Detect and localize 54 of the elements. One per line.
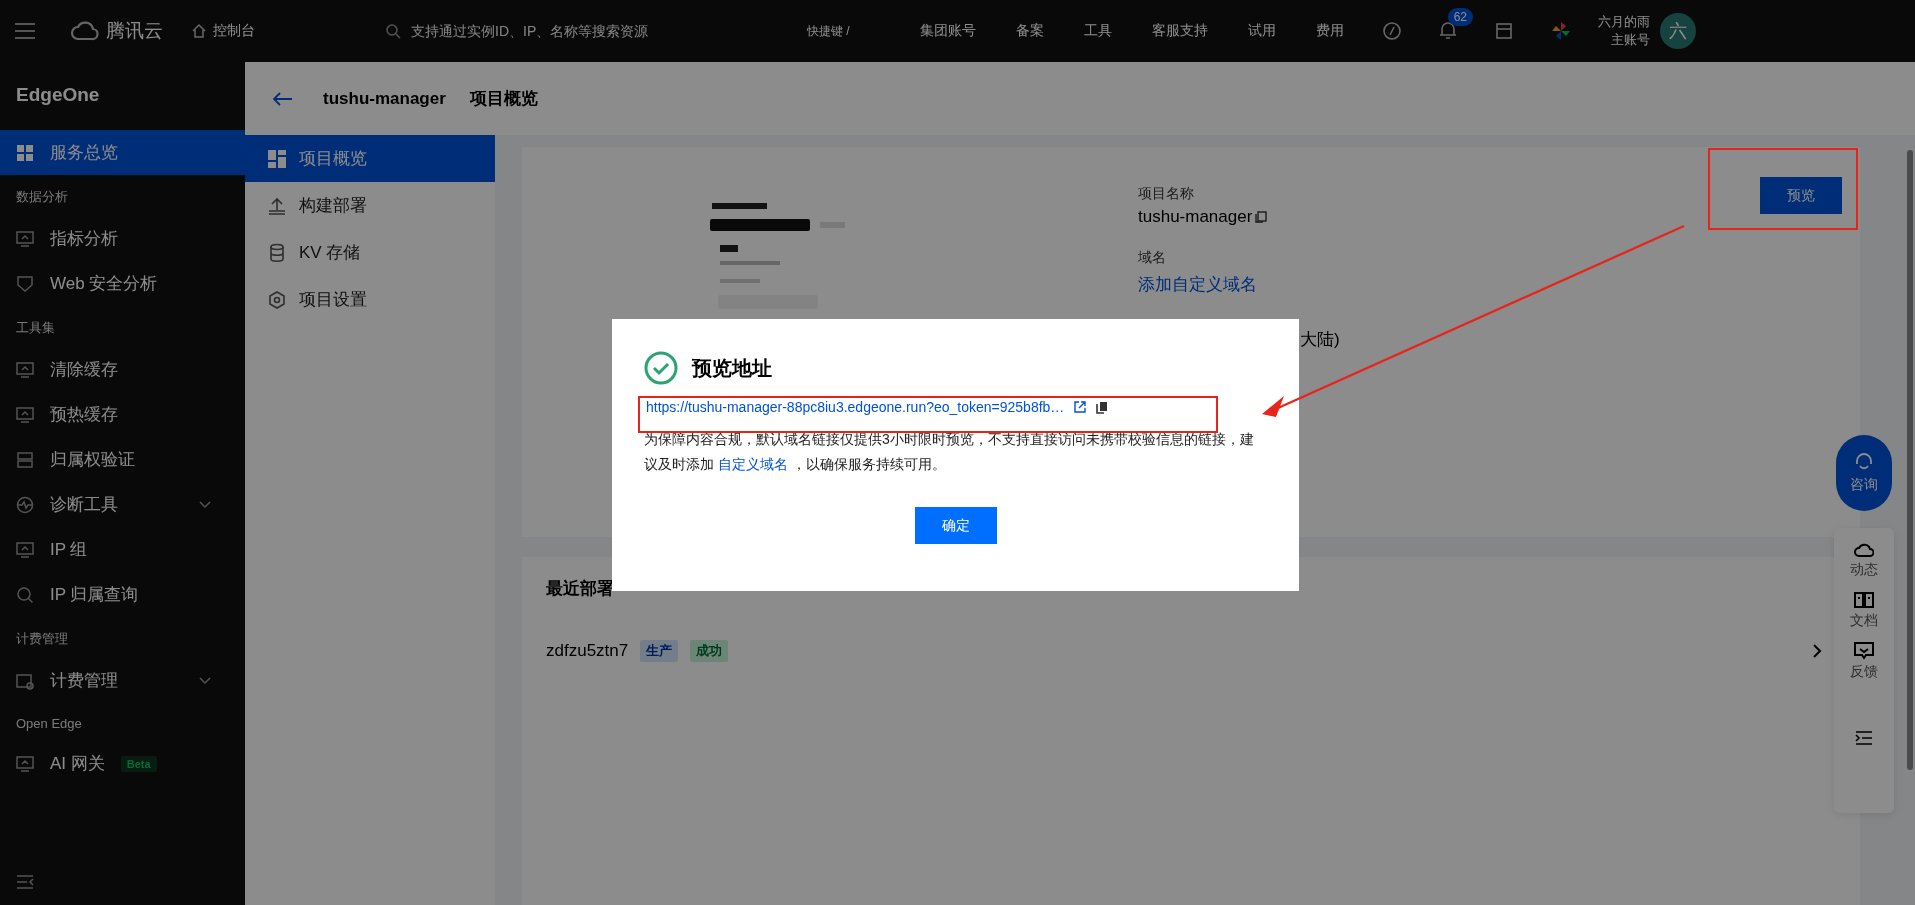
menu-item[interactable]: 计费管理 xyxy=(0,658,245,703)
top-nav-link[interactable]: 费用 xyxy=(1315,22,1344,40)
add-domain-link[interactable]: 添加自定义域名 xyxy=(1138,273,1340,296)
notification-badge: 62 xyxy=(1447,7,1474,26)
menu-item[interactable]: IP 归属查询 xyxy=(0,572,245,617)
project-nav-item[interactable]: 构建部署 xyxy=(245,182,495,229)
user-name[interactable]: 六月的雨 xyxy=(1597,13,1650,31)
consult-button[interactable]: 咨询 xyxy=(1836,435,1892,511)
section-title: 最近部署 xyxy=(546,578,615,600)
menu-item[interactable]: 指标分析 xyxy=(0,216,245,261)
menu-item[interactable]: 归属权验证 xyxy=(0,437,245,482)
menu-item[interactable]: 服务总览 xyxy=(0,130,245,175)
float-tool[interactable]: 反馈 xyxy=(1850,642,1878,681)
shortcut-hint: 快捷键 / xyxy=(807,22,850,40)
project-nav-item[interactable]: KV 存储 xyxy=(245,229,495,276)
menu-item[interactable]: AI 网关 Beta xyxy=(0,741,245,786)
status-tag: 成功 xyxy=(690,640,729,662)
section-heading: 数据分析 xyxy=(15,188,69,206)
custom-domain-link[interactable]: 自定义域名 xyxy=(717,456,788,472)
menu-item[interactable]: IP 组 xyxy=(0,527,245,572)
page-title: 项目概览 xyxy=(469,88,538,110)
section-heading: 工具集 xyxy=(15,319,56,337)
menu-item[interactable]: 清除缓存 xyxy=(0,347,245,392)
account-type: 主账号 xyxy=(1610,31,1650,49)
project-nav-item[interactable]: 项目设置 xyxy=(245,276,495,323)
top-nav-link[interactable]: 工具 xyxy=(1083,22,1112,40)
project-nav-item[interactable]: 项目概览 xyxy=(245,135,495,182)
field-label: 项目名称 xyxy=(1138,185,1195,203)
console-link[interactable]: 控制台 xyxy=(213,22,255,40)
field-label: 域名 xyxy=(1138,249,1167,267)
status-tag: 生产 xyxy=(640,640,679,662)
top-nav-link[interactable]: 备案 xyxy=(1015,22,1044,40)
brand-name: 腾讯云 xyxy=(106,19,163,43)
product-title: EdgeOne xyxy=(15,83,101,107)
search-field[interactable]: 支持通过实例ID、IP、名称等搜索资源 xyxy=(385,22,775,40)
user-avatar[interactable]: 六 xyxy=(1659,13,1696,49)
menu-item[interactable]: 预热缓存 xyxy=(0,392,245,437)
dialog-title: 预览地址 xyxy=(692,355,772,381)
top-nav-link[interactable]: 集团账号 xyxy=(919,22,976,40)
float-tool[interactable]: 文档 xyxy=(1850,591,1878,630)
project-name: tushu-manager xyxy=(323,88,446,109)
menu-item[interactable]: Web 安全分析 xyxy=(0,261,245,306)
preview-url-link[interactable]: https://tushu-manager-88pc8iu3.edgeone.run?eo_token=925b8fb… xyxy=(646,399,1065,415)
project-name-value: tushu-manager xyxy=(1138,207,1253,227)
top-nav-link[interactable]: 客服支持 xyxy=(1151,22,1208,40)
deployment-id: zdfzu5ztn7 xyxy=(546,641,629,661)
preview-button[interactable]: 预览 xyxy=(1760,177,1842,214)
confirm-button[interactable]: 确定 xyxy=(914,507,997,544)
top-nav-link[interactable]: 试用 xyxy=(1247,22,1276,40)
region-text: 大陆) xyxy=(1300,329,1340,351)
section-heading: 计费管理 xyxy=(15,630,69,648)
float-tool[interactable]: 动态 xyxy=(1850,540,1878,579)
section-heading: Open Edge xyxy=(15,715,83,733)
menu-item[interactable]: 诊断工具 xyxy=(0,482,245,527)
